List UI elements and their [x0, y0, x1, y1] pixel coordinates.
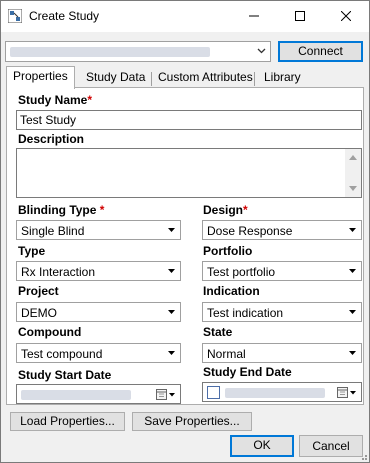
chevron-down-icon — [349, 310, 356, 314]
chevron-down-icon — [168, 351, 175, 355]
required-marker: * — [99, 203, 105, 217]
tab-properties[interactable]: Properties — [6, 66, 75, 89]
calendar-dropdown-icon[interactable] — [156, 388, 176, 401]
cancel-button[interactable]: Cancel — [299, 435, 363, 457]
portfolio-select[interactable]: Test portfolio — [202, 261, 362, 281]
required-marker: * — [87, 93, 93, 107]
study-name-input[interactable]: Test Study — [16, 110, 362, 130]
properties-panel: Study Name* Test Study Description Blind… — [6, 87, 364, 405]
project-label: Project — [18, 284, 59, 298]
create-study-dialog: Create Study Connect Properties Study Da… — [0, 0, 370, 463]
tab-custom-attributes[interactable]: Custom Attributes — [152, 68, 259, 88]
design-label: Design* — [203, 203, 248, 217]
chevron-down-icon — [168, 269, 175, 273]
required-marker: * — [243, 203, 248, 217]
chevron-down-icon — [257, 48, 266, 54]
close-icon — [340, 10, 352, 22]
start-date-value-redacted — [21, 390, 131, 400]
blinding-type-label: Blinding Type * — [18, 203, 105, 217]
load-properties-button[interactable]: Load Properties... — [10, 412, 125, 431]
calendar-dropdown-icon[interactable] — [337, 386, 357, 399]
state-label: State — [203, 325, 233, 339]
title-bar: Create Study — [1, 1, 369, 32]
study-end-date-picker[interactable] — [202, 382, 362, 402]
maximize-button[interactable] — [277, 1, 323, 32]
maximize-icon — [295, 11, 305, 21]
portfolio-label: Portfolio — [203, 244, 253, 258]
scroll-up-icon[interactable] — [349, 154, 357, 160]
tab-separator — [254, 72, 255, 86]
blinding-type-select[interactable]: Single Blind — [16, 220, 181, 240]
type-select[interactable]: Rx Interaction — [16, 261, 181, 281]
tab-library[interactable]: Library — [258, 68, 307, 88]
compound-select[interactable]: Test compound — [16, 343, 181, 363]
indication-select[interactable]: Test indication — [202, 302, 362, 322]
type-label: Type — [18, 244, 46, 258]
checkbox-icon[interactable] — [207, 386, 220, 399]
chevron-down-icon — [168, 228, 175, 232]
connect-button[interactable]: Connect — [278, 41, 363, 62]
scroll-down-icon[interactable] — [349, 186, 357, 192]
ok-button[interactable]: OK — [230, 435, 294, 457]
resize-grip-icon[interactable] — [357, 450, 367, 460]
save-properties-button[interactable]: Save Properties... — [132, 412, 252, 431]
end-date-value-redacted — [225, 388, 325, 398]
design-select[interactable]: Dose Response — [202, 220, 362, 240]
window-title: Create Study — [29, 9, 100, 23]
chevron-down-icon — [349, 351, 356, 355]
indication-label: Indication — [203, 284, 260, 298]
study-end-date-label: Study End Date — [203, 365, 292, 379]
description-scrollbar[interactable] — [345, 149, 361, 197]
study-start-date-picker[interactable] — [16, 384, 181, 404]
description-textarea[interactable] — [16, 148, 362, 198]
compound-label: Compound — [18, 325, 82, 339]
description-label: Description — [18, 132, 85, 146]
study-name-label: Study Name* — [18, 93, 93, 107]
project-select[interactable]: DEMO — [16, 302, 181, 322]
chevron-down-icon — [349, 269, 356, 273]
app-icon — [8, 9, 22, 23]
server-combobox[interactable] — [5, 41, 271, 62]
tab-study-data[interactable]: Study Data — [80, 68, 151, 88]
chevron-down-icon — [349, 228, 356, 232]
study-start-date-label: Study Start Date — [18, 368, 112, 382]
minimize-button[interactable] — [231, 1, 277, 32]
close-button[interactable] — [323, 1, 369, 32]
state-select[interactable]: Normal — [202, 343, 362, 363]
server-value-redacted — [10, 47, 210, 57]
minimize-icon — [249, 15, 259, 17]
chevron-down-icon — [168, 310, 175, 314]
